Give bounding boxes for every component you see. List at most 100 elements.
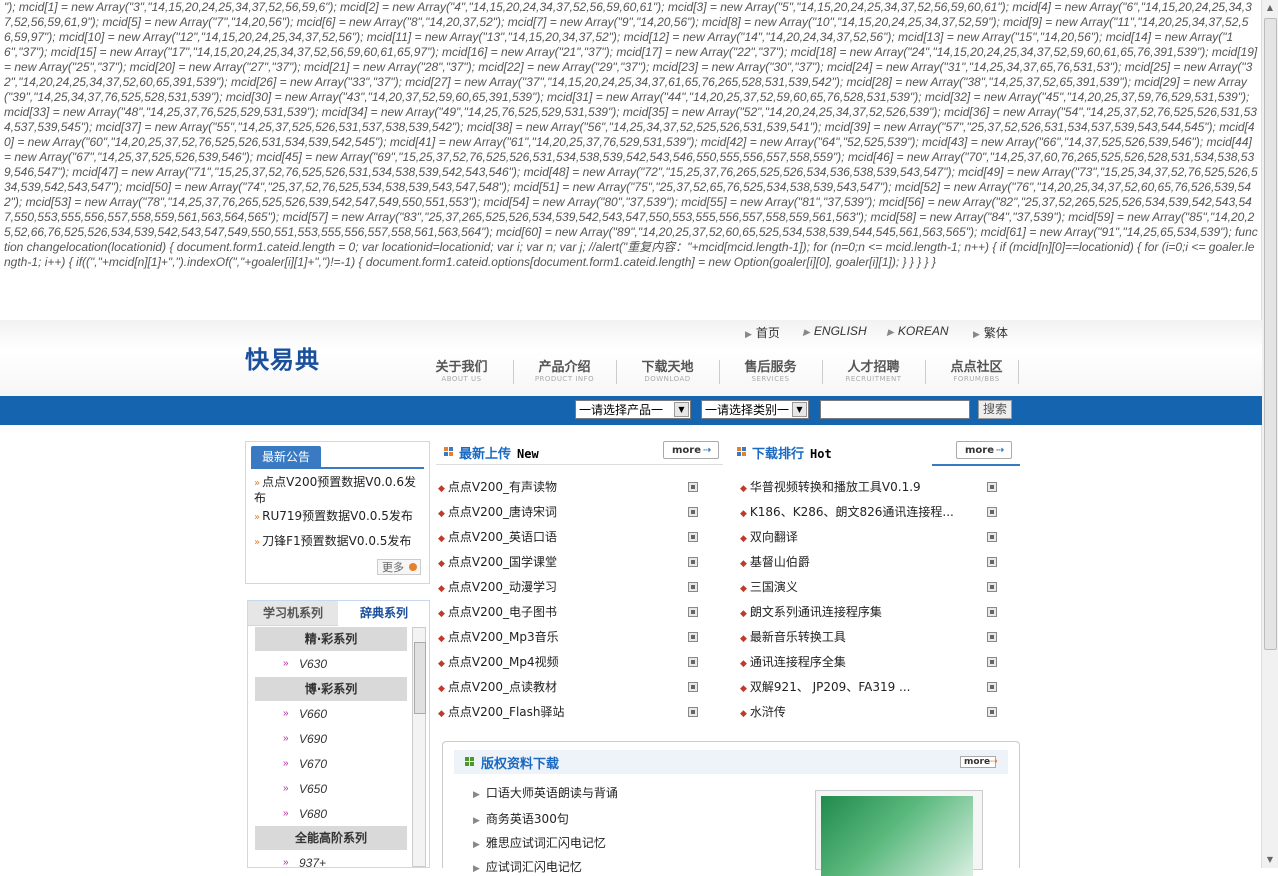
download-icon[interactable] (688, 482, 698, 492)
nav-about[interactable]: 关于我们 ABOUT US (410, 356, 513, 383)
download-icon[interactable] (688, 707, 698, 717)
latest-item[interactable]: ◆ 点点V200_国学课堂 (438, 552, 703, 577)
copyright-more-button[interactable]: more⇢ (960, 756, 998, 768)
nav-products[interactable]: 产品介绍 PRODUCT INFO (513, 356, 616, 383)
ranking-more-button[interactable]: more ⇢ (956, 441, 1012, 459)
download-icon[interactable] (987, 482, 997, 492)
nav-download[interactable]: 下载天地 DOWNLOAD (616, 356, 719, 383)
ranking-item[interactable]: ◆ 双向翻译 (740, 527, 1000, 552)
latest-item-label: 点点V200_Flash驿站 (447, 705, 565, 719)
nav-services[interactable]: 售后服务 SERVICES (719, 356, 822, 383)
chevron-down-icon[interactable]: ▼ (674, 402, 689, 417)
search-input[interactable] (820, 400, 970, 419)
download-icon[interactable] (987, 707, 997, 717)
download-icon[interactable] (688, 632, 698, 642)
latest-item[interactable]: ◆ 点点V200_点读教材 (438, 677, 703, 702)
latest-item[interactable]: ◆ 点点V200_唐诗宋词 (438, 502, 703, 527)
download-icon[interactable] (688, 532, 698, 542)
latest-more-button[interactable]: more ⇢ (663, 441, 719, 459)
toplink-english[interactable]: ▶ ENGLISH (803, 324, 867, 338)
ranking-item[interactable]: ◆ 双解921、 JP209、FA319 ... (740, 677, 1000, 702)
download-icon[interactable] (987, 657, 997, 667)
latest-item-label: 点点V200_有声读物 (447, 480, 558, 494)
series-model-item[interactable]: » 937+ (255, 851, 407, 868)
triangle-icon: ▶ (803, 327, 810, 337)
copyright-header: 版权资料下载 more⇢ (454, 750, 1008, 774)
download-icon[interactable] (987, 557, 997, 567)
notice-title: 最新公告 (251, 446, 321, 468)
ranking-item[interactable]: ◆ 朗文系列通讯连接程序集 (740, 602, 1000, 627)
ranking-item[interactable]: ◆ 最新音乐转换工具 (740, 627, 1000, 652)
series-model-item[interactable]: » V630 (255, 652, 407, 676)
nav-forum[interactable]: 点点社区 FORUM/BBS (925, 356, 1028, 383)
ranking-item[interactable]: ◆ K186、K286、朗文826通讯连接程... (740, 502, 1000, 527)
copyright-item[interactable]: ▶ 雅思应试词汇闪电记忆 (473, 834, 606, 851)
latest-item[interactable]: ◆ 点点V200_有声读物 (438, 477, 703, 502)
latest-item[interactable]: ◆ 点点V200_Mp4视频 (438, 652, 703, 677)
scrollbar-thumb[interactable] (1264, 18, 1277, 650)
ranking-item[interactable]: ◆ 通讯连接程序全集 (740, 652, 1000, 677)
latest-item[interactable]: ◆ 点点V200_英语口语 (438, 527, 703, 552)
tab-learning-machines[interactable]: 学习机系列 (248, 601, 338, 626)
series-model-item[interactable]: » V650 (255, 777, 407, 801)
latest-item[interactable]: ◆ 点点V200_Mp3音乐 (438, 627, 703, 652)
download-icon[interactable] (987, 532, 997, 542)
download-icon[interactable] (987, 507, 997, 517)
ranking-item[interactable]: ◆ 水浒传 (740, 702, 1000, 727)
download-icon[interactable] (688, 582, 698, 592)
product-thumbnail[interactable] (815, 790, 983, 876)
nav-recruitment[interactable]: 人才招聘 RECRUITMENT (822, 356, 925, 383)
series-model-item[interactable]: » V680 (255, 802, 407, 826)
diamond-icon: ◆ (740, 484, 747, 494)
latest-item[interactable]: ◆ 点点V200_Flash驿站 (438, 702, 703, 727)
toplink-korean[interactable]: ▶ KOREAN (887, 324, 949, 338)
download-icon[interactable] (987, 607, 997, 617)
diamond-icon: ◆ (438, 534, 445, 544)
series-scrollbar[interactable] (412, 627, 426, 867)
search-button[interactable]: 搜索 (978, 400, 1012, 419)
download-icon[interactable] (688, 557, 698, 567)
scrollbar-thumb[interactable] (414, 642, 426, 714)
latest-item[interactable]: ◆ 点点V200_电子图书 (438, 602, 703, 627)
latest-item[interactable]: ◆ 点点V200_动漫学习 (438, 577, 703, 602)
notice-more-button[interactable]: 更多 (377, 559, 421, 575)
ranking-item[interactable]: ◆ 三国演义 (740, 577, 1000, 602)
series-model-item[interactable]: » V660 (255, 702, 407, 726)
series-category-header: 精·彩系列 (255, 627, 407, 651)
scroll-down-icon[interactable]: ▼ (1265, 855, 1275, 865)
download-icon[interactable] (987, 632, 997, 642)
scroll-up-icon[interactable]: ▲ (1265, 3, 1275, 13)
ranking-item[interactable]: ◆ 基督山伯爵 (740, 552, 1000, 577)
download-icon[interactable] (987, 682, 997, 692)
category-select[interactable]: 一请选择类别一 ▼ (701, 400, 809, 419)
series-model-item[interactable]: » V670 (255, 752, 407, 776)
toplink-traditional[interactable]: ▶ 繁体 (973, 324, 1008, 341)
series-model-item[interactable]: » V690 (255, 727, 407, 751)
copyright-item[interactable]: ▶ 商务英语300句 (473, 810, 569, 827)
site-logo[interactable]: 快易典 (245, 340, 320, 375)
notice-item[interactable]: » RU719预置数据V0.0.5发布 (254, 509, 424, 525)
notice-item[interactable]: » 刀锋F1预置数据V0.0.5发布 (254, 534, 424, 550)
toplink-home[interactable]: ▶ 首页 (745, 324, 780, 341)
ranking-item-label: 水浒传 (749, 705, 786, 719)
download-icon[interactable] (688, 607, 698, 617)
product-select[interactable]: 一请选择产品一 ▼ (575, 400, 691, 419)
double-arrow-icon: » (283, 857, 289, 868)
diamond-icon: ◆ (740, 509, 747, 519)
ranking-item-label: 基督山伯爵 (749, 555, 810, 569)
download-icon[interactable] (688, 682, 698, 692)
ranking-item-label: 双解921、 JP209、FA319 ... (749, 680, 911, 694)
download-icon[interactable] (688, 507, 698, 517)
copyright-item[interactable]: ▶ 应试词汇闪电记忆 (473, 858, 582, 875)
diamond-icon: ◆ (438, 634, 445, 644)
tab-dictionaries[interactable]: 辞典系列 (339, 601, 429, 625)
notice-item[interactable]: » 点点V200预置数据V0.0.6发布 (254, 475, 424, 505)
download-icon[interactable] (987, 582, 997, 592)
chevron-down-icon[interactable]: ▼ (792, 402, 807, 417)
browser-scrollbar[interactable]: ▲ ▼ (1261, 0, 1278, 868)
ranking-item[interactable]: ◆ 华普视频转换和播放工具V0.1.9 (740, 477, 1000, 502)
copyright-item[interactable]: ▶ 口语大师英语朗读与背诵 (473, 784, 618, 801)
double-arrow-icon: » (254, 537, 261, 548)
ranking-item-label: 华普视频转换和播放工具V0.1.9 (749, 480, 921, 494)
download-icon[interactable] (688, 657, 698, 667)
